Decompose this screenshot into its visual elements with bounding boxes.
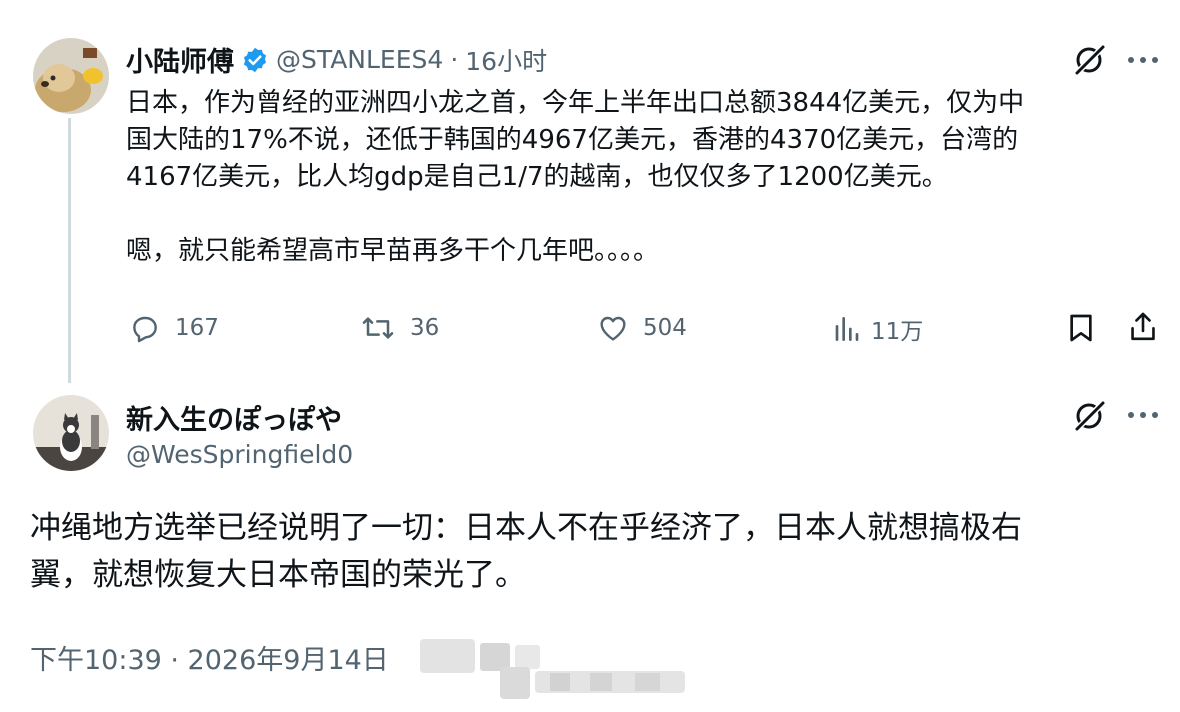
- like-button[interactable]: 504: [597, 312, 687, 344]
- blurred-watermark: [415, 637, 690, 705]
- verified-badge-icon: [241, 46, 269, 74]
- author-handle[interactable]: @STANLEES4: [276, 45, 443, 74]
- tweet-line-2: 国大陆的17%不说，还低于韩国的4967亿美元，香港的4370亿美元，台湾的: [126, 125, 1019, 155]
- reply-icon: [129, 312, 161, 344]
- reply-more-icon[interactable]: [1126, 411, 1160, 419]
- reply-grok-icon[interactable]: [1073, 398, 1107, 432]
- author-name[interactable]: 小陆师傅: [126, 40, 234, 79]
- more-icon[interactable]: [1126, 56, 1160, 64]
- retweet-count: 36: [410, 315, 440, 341]
- reply-line-2: 翼，就想恢复大日本帝国的荣光了。: [30, 557, 526, 593]
- retweet-button[interactable]: 36: [360, 312, 439, 344]
- reply-button[interactable]: 167: [129, 312, 219, 344]
- share-icon[interactable]: [1127, 310, 1159, 344]
- bookmark-icon[interactable]: [1066, 312, 1096, 344]
- views-button[interactable]: 11万: [833, 312, 923, 346]
- separator-dot: ·: [450, 45, 459, 74]
- like-icon: [597, 312, 629, 344]
- reply-timestamp[interactable]: 下午10:39 · 2026年9月14日: [30, 638, 389, 677]
- tweet-line-1: 日本，作为曾经的亚洲四小龙之首，今年上半年出口总额3844亿美元，仅为中: [126, 88, 1025, 118]
- reply-author-name[interactable]: 新入生のぽっぽや: [126, 398, 342, 437]
- reply-text: 冲绳地方选举已经说明了一切：日本人不在乎经济了，日本人就想搞极右 翼，就想恢复大…: [30, 505, 1022, 599]
- reply-avatar[interactable]: [33, 395, 109, 471]
- tweet-time[interactable]: 16小时: [465, 42, 547, 78]
- retweet-icon: [360, 312, 396, 344]
- thread-line: [68, 118, 71, 383]
- tweet-text: 日本，作为曾经的亚洲四小龙之首，今年上半年出口总额3844亿美元，仅为中 国大陆…: [126, 85, 1024, 270]
- like-count: 504: [643, 315, 687, 341]
- views-icon: [833, 313, 861, 345]
- views-count: 11万: [871, 319, 924, 345]
- reply-count: 167: [175, 315, 219, 341]
- grok-icon[interactable]: [1073, 42, 1107, 76]
- reply-author-handle[interactable]: @WesSpringfield0: [126, 440, 353, 469]
- tweet-line-3: 4167亿美元，比人均gdp是自己1/7的越南，也仅仅多了1200亿美元。: [126, 162, 948, 192]
- tweet-line-4: 嗯，就只能希望高市早苗再多干个几年吧。。。。: [126, 236, 660, 266]
- avatar[interactable]: [33, 38, 109, 114]
- reply-line-1: 冲绳地方选举已经说明了一切：日本人不在乎经济了，日本人就想搞极右: [30, 510, 1022, 546]
